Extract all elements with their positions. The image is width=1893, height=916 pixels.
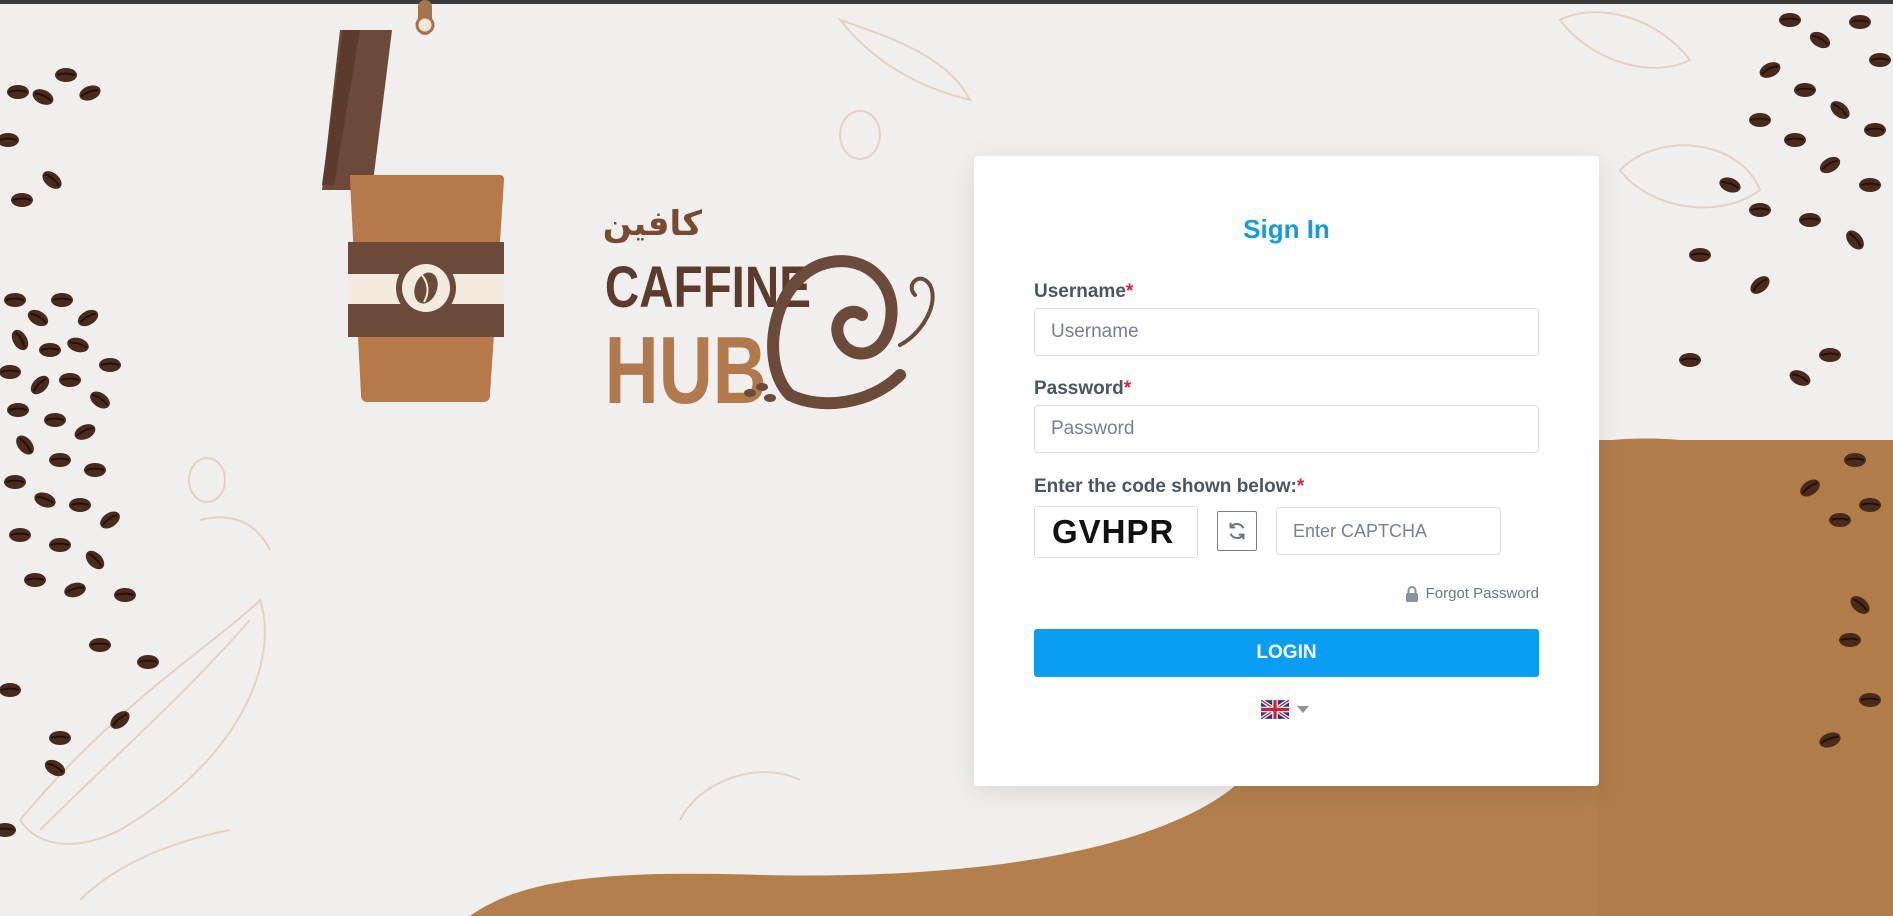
lock-icon (1405, 585, 1418, 602)
forgot-password-label: Forgot Password (1425, 585, 1539, 602)
sign-in-title: Sign In (1243, 214, 1330, 244)
coffee-cup-illustration (322, 0, 504, 402)
refresh-captcha-button[interactable] (1217, 511, 1257, 551)
required-marker: * (1125, 281, 1134, 302)
username-label: Username* (1034, 281, 1134, 302)
coffee-background-illustration (0, 0, 1893, 916)
login-button[interactable]: LOGIN (1034, 629, 1539, 677)
captcha-image: GVHPR (1034, 506, 1198, 558)
required-marker: * (1123, 378, 1132, 399)
required-marker: * (1296, 476, 1305, 497)
username-field[interactable] (1034, 308, 1539, 356)
password-field[interactable] (1034, 405, 1539, 453)
captcha-label: Enter the code shown below:* (1034, 476, 1305, 497)
forgot-password-link[interactable]: Forgot Password (1405, 585, 1539, 602)
svg-text:كافين هب: كافين هب (600, 204, 702, 244)
caret-down-icon (1297, 705, 1309, 713)
uk-flag-icon (1261, 700, 1289, 719)
caffine-hub-logo: كافين هب CAFFINE HUB (600, 204, 935, 420)
sign-in-card: Sign In Username* Password* Enter the co… (974, 156, 1599, 786)
svg-text:HUB: HUB (605, 317, 767, 420)
password-label: Password* (1034, 378, 1132, 399)
refresh-icon (1229, 522, 1245, 540)
language-selector[interactable] (1261, 700, 1309, 719)
captcha-input[interactable] (1276, 507, 1501, 555)
captcha-code: GVHPR (1052, 513, 1175, 550)
